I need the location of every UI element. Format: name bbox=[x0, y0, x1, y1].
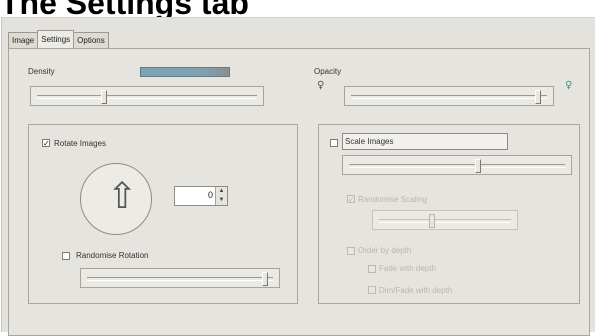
randomise-scaling-label: Randomise Scaling bbox=[358, 195, 427, 204]
rotation-angle-value: 0 bbox=[207, 190, 213, 200]
tab-options[interactable]: Options bbox=[73, 32, 109, 48]
randomise-scaling-slider-thumb[interactable] bbox=[429, 214, 436, 228]
density-slider[interactable] bbox=[30, 86, 264, 106]
density-color-swatch[interactable] bbox=[140, 67, 230, 77]
randomise-scaling-slider[interactable] bbox=[372, 210, 518, 230]
order-by-depth-label: Order by depth bbox=[358, 246, 412, 255]
rotate-images-label: Rotate Images bbox=[54, 139, 107, 148]
randomise-scaling-slider-track bbox=[379, 219, 511, 223]
dim-with-depth-checkbox[interactable] bbox=[368, 286, 376, 294]
scale-slider[interactable] bbox=[342, 155, 572, 175]
rotate-images-checkbox[interactable]: ✓ bbox=[42, 139, 50, 148]
density-slider-track bbox=[37, 95, 257, 99]
bulb-dim-icon: ♀ bbox=[317, 80, 325, 91]
rotation-angle-spinner[interactable]: 0 ▲ ▼ bbox=[174, 186, 228, 206]
scale-slider-thumb[interactable] bbox=[475, 159, 481, 173]
rotation-slider[interactable] bbox=[80, 268, 280, 288]
tab-bar: Image Settings Options bbox=[8, 30, 109, 48]
rotation-dial[interactable]: ⇧ bbox=[80, 163, 152, 235]
randomise-scaling-checkbox[interactable]: ✓ bbox=[347, 195, 355, 204]
randomise-rotation-checkbox[interactable] bbox=[62, 252, 70, 260]
bulb-bright-icon: ♀ bbox=[565, 80, 573, 91]
density-label: Density bbox=[28, 67, 55, 76]
scale-slider-track bbox=[349, 164, 565, 168]
scale-images-label: Scale Images bbox=[345, 137, 394, 146]
scale-images-box: Scale Images bbox=[342, 133, 508, 150]
spinner-buttons[interactable]: ▲ ▼ bbox=[215, 187, 227, 205]
opacity-slider[interactable] bbox=[344, 86, 554, 106]
spin-down-icon[interactable]: ▼ bbox=[216, 196, 227, 205]
tab-settings[interactable]: Settings bbox=[37, 30, 75, 48]
up-arrow-icon: ⇧ bbox=[107, 176, 138, 217]
rotation-slider-thumb[interactable] bbox=[261, 272, 268, 286]
opacity-slider-thumb[interactable] bbox=[535, 90, 542, 104]
fade-with-depth-label: Fade with depth bbox=[379, 264, 436, 273]
rotation-slider-track bbox=[87, 277, 273, 281]
opacity-label: Opacity bbox=[314, 67, 342, 76]
scale-images-checkbox[interactable] bbox=[330, 139, 338, 147]
tab-image[interactable]: Image bbox=[8, 32, 39, 48]
fade-with-depth-checkbox[interactable] bbox=[368, 265, 376, 273]
opacity-slider-track bbox=[351, 95, 547, 99]
page-heading: The Settings tab bbox=[0, 0, 249, 18]
order-by-depth-checkbox[interactable] bbox=[347, 247, 355, 255]
spin-up-icon[interactable]: ▲ bbox=[216, 187, 227, 196]
density-slider-thumb[interactable] bbox=[101, 90, 108, 104]
dim-with-depth-label: Dim/Fade with depth bbox=[379, 286, 453, 295]
randomise-rotation-label: Randomise Rotation bbox=[76, 251, 149, 260]
